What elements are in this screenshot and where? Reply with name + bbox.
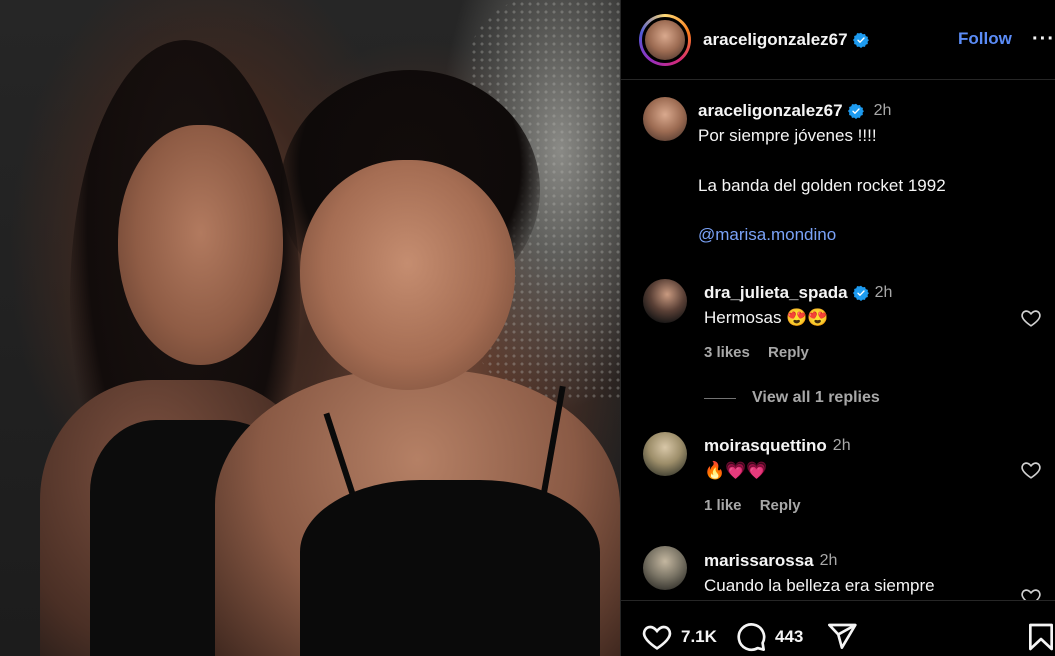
comment-username[interactable]: marissarossa: [704, 551, 814, 571]
comment-text: 🔥💗💗: [704, 461, 768, 480]
heart-icon[interactable]: [641, 621, 673, 653]
comment-like-heart-icon[interactable]: [1020, 307, 1042, 329]
share-icon[interactable]: [826, 621, 858, 653]
share-button[interactable]: [826, 621, 858, 653]
caption-mention-link[interactable]: @marisa.mondino: [698, 223, 1043, 247]
save-button[interactable]: [1025, 621, 1055, 653]
header-username[interactable]: araceligonzalez67: [703, 30, 869, 50]
comment-text: Hermosas 😍😍: [704, 308, 829, 327]
avatar[interactable]: [643, 97, 687, 141]
post-actions-bar: 7.1K 443: [621, 600, 1055, 656]
comment-text: Cuando la belleza era siempre: [704, 576, 935, 595]
view-replies-button[interactable]: View all 1 replies: [704, 389, 880, 407]
comment-count[interactable]: 443: [775, 627, 803, 647]
comment-time[interactable]: 2h: [820, 552, 838, 570]
photo-person-left-face: [118, 125, 283, 365]
comment-button[interactable]: 443: [735, 621, 803, 653]
comment-username[interactable]: dra_julieta_spada: [704, 283, 848, 303]
comment-time[interactable]: 2h: [833, 437, 851, 455]
avatar[interactable]: [643, 279, 687, 323]
comment: marissarossa 2h Cuando la belleza era si…: [704, 551, 1034, 598]
follow-button[interactable]: Follow: [958, 29, 1012, 49]
comment-icon[interactable]: [735, 621, 767, 653]
post-photo[interactable]: [0, 0, 620, 656]
post-side-panel: araceligonzalez67 Follow ··· araceligonz…: [620, 0, 1055, 656]
more-options-icon[interactable]: ···: [1032, 28, 1055, 51]
view-replies-label[interactable]: View all 1 replies: [752, 389, 880, 407]
comment-time[interactable]: 2h: [875, 284, 893, 302]
comment-likes-count[interactable]: 3 likes: [704, 344, 750, 361]
comments-list[interactable]: araceligonzalez67 2h Por siempre jóvenes…: [621, 81, 1055, 601]
comment: moirasquettino 2h 🔥💗💗 1 like Reply: [704, 436, 1034, 514]
avatar[interactable]: [643, 546, 687, 590]
comment-username[interactable]: moirasquettino: [704, 436, 827, 456]
caption-time[interactable]: 2h: [874, 102, 892, 120]
verified-badge-icon: [852, 285, 869, 301]
comment-like-heart-icon[interactable]: [1020, 459, 1042, 481]
header-username-link[interactable]: araceligonzalez67: [703, 30, 848, 50]
bookmark-icon[interactable]: [1025, 621, 1055, 653]
like-button[interactable]: 7.1K: [641, 621, 717, 653]
photo-person-right-face: [300, 160, 515, 390]
avatar[interactable]: [643, 432, 687, 476]
photo-person-right-dress: [300, 480, 600, 656]
verified-badge-icon: [852, 32, 869, 48]
caption: araceligonzalez67 2h Por siempre jóvenes…: [698, 101, 1043, 247]
caption-line-2: La banda del golden rocket 1992: [698, 176, 946, 195]
reply-button[interactable]: Reply: [768, 344, 809, 361]
comment-likes-count[interactable]: 1 like: [704, 497, 742, 514]
avatar[interactable]: [639, 13, 691, 66]
post-header: araceligonzalez67 Follow ···: [621, 0, 1055, 80]
verified-badge-icon: [847, 103, 864, 119]
reply-button[interactable]: Reply: [760, 497, 801, 514]
comment: dra_julieta_spada 2h Hermosas 😍😍 3 likes…: [704, 283, 1034, 361]
view-replies-divider: [704, 397, 736, 399]
caption-line-1: Por siempre jóvenes !!!!: [698, 126, 877, 145]
comment-like-heart-icon[interactable]: [1020, 586, 1042, 601]
like-count[interactable]: 7.1K: [681, 627, 717, 647]
caption-username[interactable]: araceligonzalez67: [698, 101, 843, 121]
